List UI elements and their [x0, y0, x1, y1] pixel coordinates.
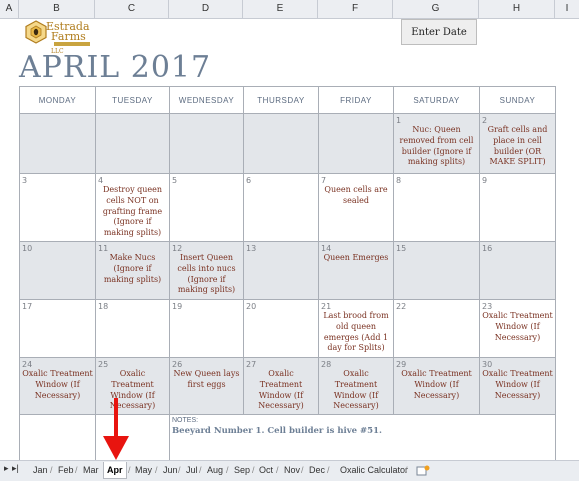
- tab-scroll-next-icon[interactable]: ▸: [4, 463, 9, 474]
- week-row: 17 18 19 20 21 Last brood from old queen …: [19, 298, 556, 358]
- day-cell[interactable]: 27 Oxalic Treatment Window (If Necessary): [243, 356, 319, 416]
- day-cell[interactable]: 30 Oxalic Treatment Window (If Necessary): [479, 356, 556, 416]
- day-cell[interactable]: 18: [95, 298, 170, 358]
- tab-separator: /: [50, 465, 53, 475]
- day-cell[interactable]: 17: [19, 298, 96, 358]
- calendar-grid: MONDAY TUESDAY WEDNESDAY THURSDAY FRIDAY…: [19, 86, 556, 474]
- tab-oct[interactable]: Oct: [256, 462, 276, 478]
- column-header-bar: A B C D E F G H I: [0, 0, 579, 19]
- tab-dec[interactable]: Dec: [306, 462, 328, 478]
- weekday-thursday: THURSDAY: [243, 86, 319, 114]
- tab-separator: /: [252, 465, 255, 475]
- tab-separator: /: [405, 465, 408, 475]
- notes-label: NOTES:: [172, 417, 199, 425]
- day-cell[interactable]: 26 New Queen lays first eggs: [169, 356, 244, 416]
- red-arrow-icon: [103, 398, 129, 460]
- month-title: APRIL 2017: [19, 50, 212, 85]
- tab-mar[interactable]: Mar: [80, 462, 102, 478]
- weekday-header-row: MONDAY TUESDAY WEDNESDAY THURSDAY FRIDAY…: [19, 86, 556, 114]
- weekday-sunday: SUNDAY: [479, 86, 556, 114]
- day-cell[interactable]: 4 Destroy queen cells NOT on grafting fra…: [95, 173, 170, 242]
- weekday-friday: FRIDAY: [318, 86, 394, 114]
- day-cell[interactable]: [318, 113, 394, 174]
- day-cell[interactable]: [95, 113, 170, 174]
- tab-scroll-last-icon[interactable]: ▸|: [12, 463, 19, 474]
- day-cell[interactable]: 3: [19, 173, 96, 242]
- day-cell[interactable]: [19, 113, 96, 174]
- day-cell[interactable]: 29 Oxalic Treatment Window (If Necessary): [393, 356, 480, 416]
- day-cell[interactable]: 5: [169, 173, 244, 242]
- day-cell[interactable]: 11 Make Nucs (Ignore if making splits): [95, 240, 170, 300]
- day-cell[interactable]: 15: [393, 240, 480, 300]
- tab-oxalic-calculator[interactable]: Oxalic Calculator: [337, 462, 411, 478]
- column-header-d[interactable]: D: [169, 0, 243, 18]
- honeycomb-icon: [25, 20, 47, 44]
- weekday-wednesday: WEDNESDAY: [169, 86, 244, 114]
- column-header-b[interactable]: B: [19, 0, 95, 18]
- tab-separator: /: [155, 465, 158, 475]
- week-row: 10 11 Make Nucs (Ignore if making splits)…: [19, 240, 556, 300]
- weekday-monday: MONDAY: [19, 86, 96, 114]
- tab-jul[interactable]: Jul: [183, 462, 201, 478]
- week-row: 3 4 Destroy queen cells NOT on grafting f…: [19, 173, 556, 242]
- day-cell[interactable]: 9: [479, 173, 556, 242]
- day-cell[interactable]: 16: [479, 240, 556, 300]
- column-header-h[interactable]: H: [479, 0, 555, 18]
- column-header-e[interactable]: E: [243, 0, 318, 18]
- day-cell[interactable]: 10: [19, 240, 96, 300]
- day-cell[interactable]: 21 Last brood from old queen emerges (Add…: [318, 298, 394, 358]
- day-cell[interactable]: 24 Oxalic Treatment Window (If Necessary): [19, 356, 96, 416]
- day-cell[interactable]: 19: [169, 298, 244, 358]
- day-cell[interactable]: 6: [243, 173, 319, 242]
- day-cell[interactable]: 22: [393, 298, 480, 358]
- day-cell[interactable]: 8: [393, 173, 480, 242]
- column-header-g[interactable]: G: [393, 0, 479, 18]
- tab-separator: /: [128, 465, 131, 475]
- day-cell[interactable]: 20: [243, 298, 319, 358]
- tab-sep[interactable]: Sep: [231, 462, 253, 478]
- sheet-tab-bar: ▸ ▸| Jan / Feb / Mar Apr / May / Jun / J…: [0, 460, 579, 481]
- tab-separator: /: [178, 465, 181, 475]
- tab-nov[interactable]: Nov: [281, 462, 303, 478]
- day-cell[interactable]: 13: [243, 240, 319, 300]
- column-header-f[interactable]: F: [318, 0, 393, 18]
- day-cell[interactable]: 2 Graft cells and place in cell builder (…: [479, 113, 556, 174]
- logo-ribbon: [54, 42, 90, 46]
- tab-separator: /: [226, 465, 229, 475]
- day-cell[interactable]: 12 Insert Queen cells into nucs (Ignore i…: [169, 240, 244, 300]
- weekday-tuesday: TUESDAY: [95, 86, 170, 114]
- day-cell[interactable]: 14 Queen Emerges: [318, 240, 394, 300]
- tab-separator: /: [276, 465, 279, 475]
- day-cell[interactable]: 28 Oxalic Treatment Window (If Necessary): [318, 356, 394, 416]
- new-sheet-icon[interactable]: [413, 462, 433, 478]
- tab-separator: /: [301, 465, 304, 475]
- estrada-farms-logo: Estrada Farms LLC: [24, 20, 96, 55]
- tab-aug[interactable]: Aug: [204, 462, 226, 478]
- week-row: 24 Oxalic Treatment Window (If Necessary)…: [19, 356, 556, 416]
- day-cell[interactable]: [243, 113, 319, 174]
- column-header-i[interactable]: I: [555, 0, 579, 18]
- enter-date-button[interactable]: Enter Date: [401, 19, 477, 45]
- notes-text: Beeyard Number 1. Cell builder is hive #…: [172, 426, 382, 437]
- tab-jan[interactable]: Jan: [30, 462, 51, 478]
- tab-separator: /: [199, 465, 202, 475]
- day-cell[interactable]: 1 Nuc: Queen removed from cell builder (I…: [393, 113, 480, 174]
- tab-separator: /: [75, 465, 78, 475]
- tab-separator: /: [327, 465, 330, 475]
- column-header-c[interactable]: C: [95, 0, 169, 18]
- day-cell[interactable]: 7 Queen cells are sealed: [318, 173, 394, 242]
- day-cell[interactable]: 23 Oxalic Treatment Window (If Necessary): [479, 298, 556, 358]
- column-header-a[interactable]: A: [0, 0, 19, 18]
- day-cell[interactable]: [169, 113, 244, 174]
- tab-apr[interactable]: Apr: [103, 462, 127, 479]
- tab-may[interactable]: May: [132, 462, 155, 478]
- tab-feb[interactable]: Feb: [55, 462, 77, 478]
- week-row: 1 Nuc: Queen removed from cell builder (I…: [19, 113, 556, 174]
- weekday-saturday: SATURDAY: [393, 86, 480, 114]
